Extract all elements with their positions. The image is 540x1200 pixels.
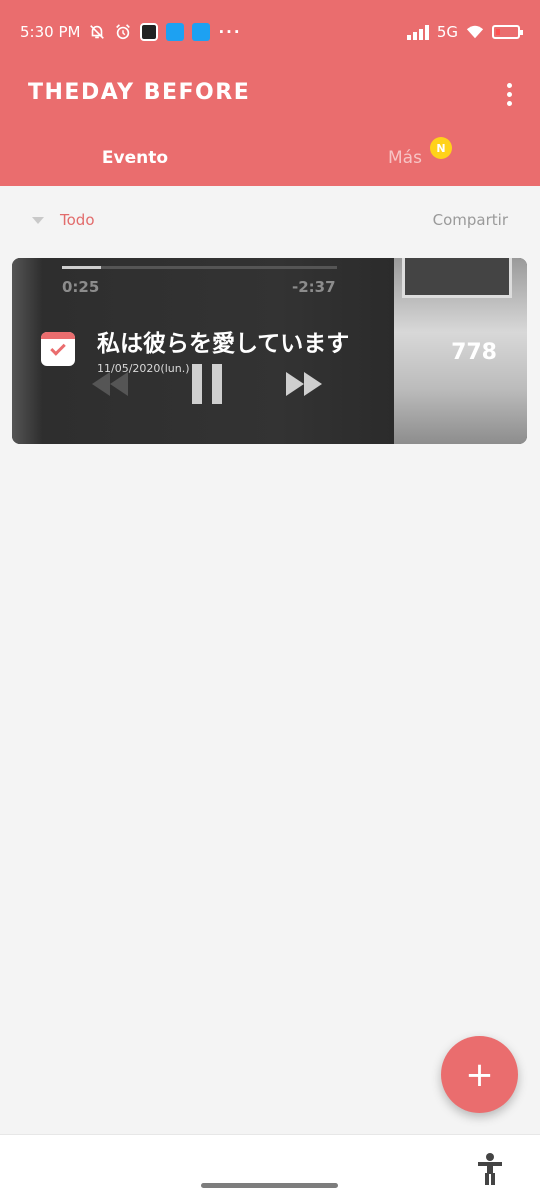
- accessibility-icon[interactable]: [476, 1149, 504, 1185]
- system-navigation-bar: [0, 1134, 540, 1200]
- event-date: 11/05/2020(lun.): [97, 362, 190, 375]
- tab-mas[interactable]: Más N: [270, 137, 540, 186]
- rewind-icon: [92, 372, 128, 396]
- tab-label: Evento: [101, 148, 169, 168]
- app-header: THEDAY BEFORE Evento Más N: [0, 64, 540, 186]
- dropdown-caret-icon[interactable]: [32, 216, 44, 224]
- menu-dot-icon: [506, 91, 512, 97]
- event-day-count: 778: [451, 340, 497, 365]
- status-bar: 5:30 PM ··· 5G: [0, 0, 540, 64]
- signal-icon: [406, 24, 429, 40]
- player-remaining-time: -2:37: [292, 278, 336, 296]
- mute-icon: [90, 25, 105, 39]
- calendar-check-icon: [41, 332, 75, 366]
- twitter-icon: [166, 23, 185, 41]
- wifi-icon: [466, 25, 484, 39]
- photo-frame: [402, 258, 512, 298]
- overflow-menu-button[interactable]: [498, 80, 520, 108]
- player-progress-bar: [62, 266, 337, 269]
- tab-label: Más: [388, 148, 422, 168]
- tab-bar: Evento Más N: [0, 137, 540, 186]
- fast-forward-icon: [286, 372, 322, 396]
- battery-icon: [492, 25, 523, 39]
- menu-dot-icon: [506, 82, 512, 88]
- home-indicator[interactable]: [201, 1183, 338, 1188]
- filter-dropdown[interactable]: Todo: [60, 211, 95, 229]
- watch-app-icon: [140, 23, 159, 41]
- more-dots-icon: ···: [218, 23, 242, 41]
- filter-row: Todo Compartir: [0, 200, 540, 240]
- alarm-icon: [116, 24, 131, 40]
- share-button[interactable]: Compartir: [433, 211, 508, 229]
- app-logo: THEDAY BEFORE: [28, 80, 251, 105]
- tab-evento[interactable]: Evento: [0, 140, 270, 186]
- event-title: 私は彼らを愛しています: [97, 331, 350, 357]
- menu-dot-icon: [506, 100, 512, 106]
- player-elapsed-time: 0:25: [62, 278, 100, 296]
- new-badge: N: [430, 137, 452, 159]
- add-event-button[interactable]: +: [441, 1036, 518, 1113]
- status-time: 5:30 PM: [20, 23, 81, 41]
- plus-icon: +: [465, 1054, 494, 1095]
- twitter-icon: [192, 23, 211, 41]
- pause-icon: [192, 364, 222, 404]
- network-type: 5G: [436, 23, 458, 41]
- event-card[interactable]: 0:25 -2:37 私は彼らを愛しています 11/05/2020(lun.) …: [12, 258, 527, 444]
